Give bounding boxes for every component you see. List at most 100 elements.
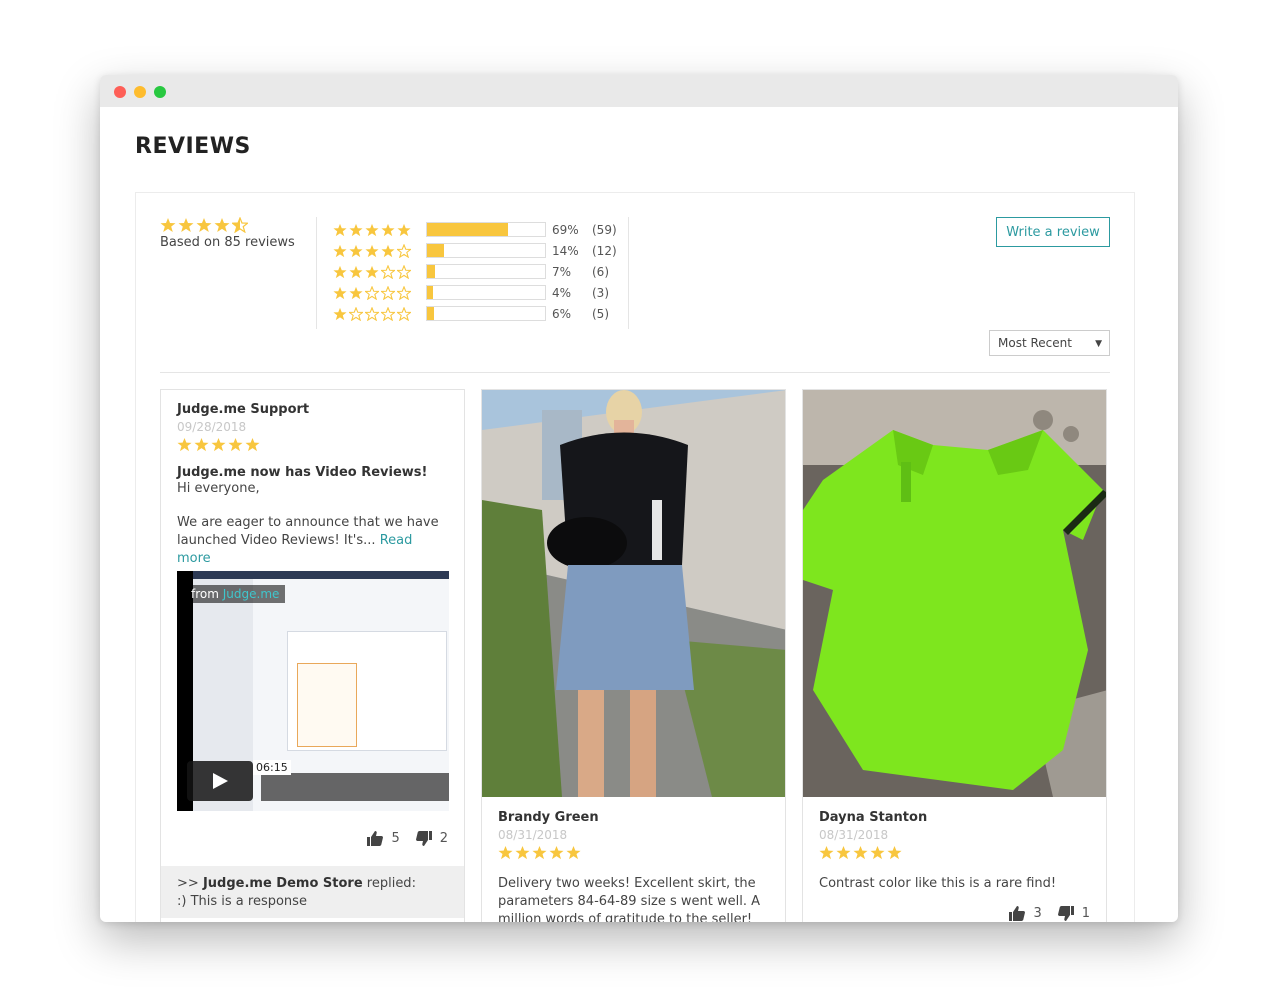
histogram-bar-fill: [427, 307, 435, 320]
review-card: Dayna Stanton 08/31/2018 Contrast color …: [802, 389, 1107, 922]
star-outline-icon: [397, 264, 411, 279]
star-icon: [177, 437, 192, 452]
star-outline-icon: [397, 306, 411, 321]
review-author: Brandy Green: [498, 810, 599, 825]
star-half-icon: [232, 217, 248, 233]
thumbs-up-button[interactable]: 3: [1009, 906, 1042, 921]
star-icon: [515, 845, 530, 860]
review-photo[interactable]: [482, 390, 785, 797]
reviews-widget: Based on 85 reviews 69% (59) 14% (12) 7% (6) 4…: [135, 192, 1135, 922]
star-icon: [228, 437, 243, 452]
thumbs-up-icon: [367, 831, 384, 846]
video-progress-bar[interactable]: [261, 773, 449, 801]
review-body: We are eager to announce that we have la…: [177, 514, 450, 568]
play-button[interactable]: [187, 761, 253, 801]
histogram-row[interactable]: 14% (12): [333, 240, 617, 261]
star-icon: [349, 244, 363, 258]
review-body: Delivery two weeks! Excellent skirt, the…: [498, 876, 761, 922]
histogram-row[interactable]: 4% (3): [333, 282, 617, 303]
histogram-stars: [333, 223, 425, 237]
histogram-bar: [426, 285, 546, 300]
divider: [628, 217, 629, 329]
histogram-bar: [426, 243, 546, 258]
star-icon: [365, 223, 379, 237]
review-greeting: Hi everyone,: [177, 481, 260, 496]
write-review-button[interactable]: Write a review: [996, 217, 1110, 247]
reply-text: :) This is a response: [177, 894, 307, 909]
histogram-bar-fill: [427, 286, 433, 299]
histogram-percent: 14%: [552, 243, 579, 258]
review-stars: [177, 437, 450, 452]
star-icon: [566, 845, 581, 860]
close-window-button[interactable]: [114, 86, 126, 98]
star-icon: [365, 244, 379, 258]
star-icon: [194, 437, 209, 452]
review-stars: [498, 845, 771, 860]
star-outline-icon: [381, 285, 395, 300]
reviews-count-text: Based on 85 reviews: [160, 235, 295, 250]
upvote-count: 5: [391, 831, 400, 846]
review-card: Brandy Green 08/31/2018 Delivery two wee…: [481, 389, 786, 922]
review-body: Contrast color like this is a rare find!: [819, 876, 1057, 891]
star-icon: [333, 265, 347, 279]
star-outline-icon: [381, 264, 395, 279]
star-icon: [211, 437, 226, 452]
review-date: 08/31/2018: [498, 828, 568, 842]
review-video-player[interactable]: from Judge.me 06:15: [177, 571, 449, 811]
divider: [160, 372, 1110, 373]
histogram-count: (59): [592, 222, 617, 237]
star-icon: [333, 223, 347, 237]
star-icon: [160, 217, 176, 233]
browser-window: REVIEWS Based on 85 reviews 69% (59) 14% (1…: [100, 75, 1178, 922]
star-icon: [819, 845, 834, 860]
thumbs-up-button[interactable]: 5: [367, 831, 400, 846]
histogram-row[interactable]: 6% (5): [333, 303, 617, 324]
histogram-bar-fill: [427, 244, 444, 257]
thumbs-down-icon: [415, 831, 432, 846]
lime-green-polo-photo: [803, 390, 1106, 797]
average-rating-stars: [160, 217, 295, 233]
star-icon: [836, 845, 851, 860]
star-outline-icon: [349, 306, 363, 321]
histogram-stars: [333, 285, 425, 300]
star-icon: [853, 845, 868, 860]
thumbs-down-button[interactable]: 2: [415, 831, 448, 846]
divider: [316, 217, 317, 329]
review-votes: 5 2: [367, 831, 448, 846]
sort-select[interactable]: Most Recent ▼: [989, 330, 1110, 356]
video-source-brand: Judge.me: [222, 587, 280, 601]
review-title: Judge.me now has Video Reviews!: [177, 465, 428, 480]
star-outline-icon: [397, 243, 411, 258]
minimize-window-button[interactable]: [134, 86, 146, 98]
histogram-percent: 6%: [552, 306, 572, 321]
star-icon: [196, 217, 212, 233]
video-source-label: from Judge.me: [185, 585, 286, 603]
histogram-row[interactable]: 7% (6): [333, 261, 617, 282]
upvote-count: 3: [1033, 906, 1042, 921]
star-icon: [333, 307, 347, 321]
review-card: Judge.me Support 09/28/2018 Judge.me now…: [160, 389, 465, 922]
window-titlebar: [100, 75, 1178, 107]
review-votes: 3 1: [1009, 906, 1090, 921]
review-photo[interactable]: [803, 390, 1106, 797]
star-icon: [333, 244, 347, 258]
star-icon: [214, 217, 230, 233]
sort-selected-value: Most Recent: [998, 336, 1072, 350]
store-reply: >> Judge.me Demo Store replied: :) This …: [161, 866, 464, 918]
thumbs-down-button[interactable]: 1: [1057, 906, 1090, 921]
star-icon: [349, 286, 363, 300]
star-icon: [245, 437, 260, 452]
star-outline-icon: [397, 285, 411, 300]
histogram-bar: [426, 264, 546, 279]
star-icon: [381, 244, 395, 258]
maximize-window-button[interactable]: [154, 86, 166, 98]
histogram-percent: 7%: [552, 264, 572, 279]
histogram-count: (5): [592, 306, 609, 321]
star-outline-icon: [365, 285, 379, 300]
histogram-stars: [333, 306, 425, 321]
page-content: REVIEWS Based on 85 reviews 69% (59) 14% (1…: [100, 107, 1178, 922]
star-icon: [870, 845, 885, 860]
rating-histogram: 69% (59) 14% (12) 7% (6) 4% (3) 6% (5): [333, 219, 617, 324]
star-outline-icon: [365, 306, 379, 321]
histogram-row[interactable]: 69% (59): [333, 219, 617, 240]
